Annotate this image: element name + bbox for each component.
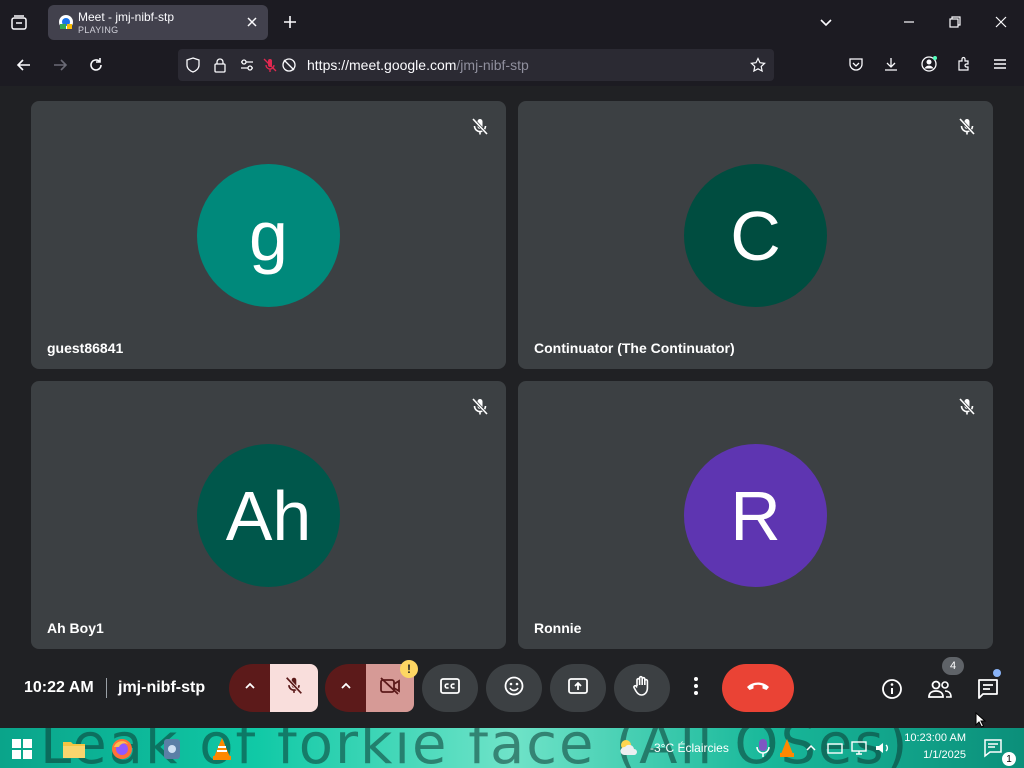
network-icon[interactable] [848, 737, 870, 759]
file-explorer-icon[interactable] [60, 735, 88, 763]
permissions-icon[interactable] [238, 56, 256, 74]
microphone-muted-icon[interactable] [261, 56, 279, 74]
participant-tile-3[interactable]: Ah Ah Boy1 [31, 381, 506, 649]
close-tab-icon[interactable] [244, 14, 260, 30]
mic-muted-icon [955, 395, 979, 419]
restore-icon[interactable] [944, 12, 966, 32]
mic-muted-icon [468, 115, 492, 139]
present-screen-icon [567, 676, 589, 701]
extensions-icon[interactable] [953, 53, 975, 75]
weather-icon[interactable] [616, 736, 642, 760]
reactions-button[interactable] [486, 664, 542, 712]
taskbar-clock-time[interactable]: 10:23:00 AM [902, 732, 966, 744]
mic-muted-icon [955, 115, 979, 139]
separator [106, 678, 107, 698]
tray-vlc-icon[interactable] [776, 737, 798, 759]
participant-avatar: g [197, 164, 340, 307]
participant-avatar: Ah [197, 444, 340, 587]
os-taskbar: Leak of forkie face (All OSes) -3°C Écla… [0, 728, 1024, 768]
microphone-toggle-button[interactable] [270, 664, 318, 712]
participant-tile-2[interactable]: C Continuator (The Continuator) [518, 101, 993, 369]
url-path: /jmj-nibf-stp [456, 57, 529, 73]
hand-icon [631, 674, 653, 703]
participant-name: Ronnie [534, 620, 582, 636]
tab-list-icon[interactable] [8, 12, 30, 34]
tab-overflow-chevron-icon[interactable] [816, 12, 836, 32]
close-window-icon[interactable] [990, 12, 1012, 32]
more-options-button[interactable] [682, 664, 710, 712]
minimize-icon[interactable] [898, 12, 920, 32]
camera-off-icon [378, 675, 402, 702]
tray-microphone-icon[interactable] [752, 737, 774, 759]
tray-drive-icon[interactable] [824, 737, 846, 759]
participant-tile-4[interactable]: R Ronnie [518, 381, 993, 649]
hang-up-icon [745, 679, 771, 698]
tab-meet[interactable]: Meet - jmj-nibf-stp PLAYING [48, 5, 268, 40]
camera-warning-badge: ! [400, 660, 418, 678]
url-host: https://meet.google.com [307, 57, 457, 73]
captions-button[interactable] [422, 664, 478, 712]
chat-icon[interactable] [974, 675, 1002, 703]
taskbar-clock-date[interactable]: 1/1/2025 [902, 749, 966, 761]
participant-count-badge: 4 [942, 657, 964, 675]
meeting-controls-bar: 10:22 AM jmj-nibf-stp ! 4 [0, 650, 1024, 728]
mic-muted-icon [468, 395, 492, 419]
tab-title: Meet - jmj-nibf-stp [78, 10, 175, 24]
leave-call-button[interactable] [722, 664, 794, 712]
url-bar[interactable]: https://meet.google.com/jmj-nibf-stp [178, 49, 774, 81]
back-icon[interactable] [12, 53, 36, 77]
app-tray-icon[interactable] [158, 735, 186, 763]
chevron-up-icon [243, 679, 257, 698]
people-icon[interactable] [926, 675, 954, 703]
mouse-cursor-icon [974, 712, 990, 728]
raise-hand-button[interactable] [614, 664, 670, 712]
new-tab-icon[interactable] [280, 12, 300, 32]
vlc-icon[interactable] [208, 735, 236, 763]
video-settings-button[interactable] [325, 664, 367, 712]
microphone-off-icon [283, 675, 305, 702]
weather-text[interactable]: -3°C Éclaircies [650, 741, 729, 755]
more-vertical-icon [693, 675, 699, 702]
participant-name: Ah Boy1 [47, 620, 104, 636]
tracking-shield-icon[interactable] [184, 56, 202, 74]
bookmark-star-icon[interactable] [749, 56, 767, 74]
forward-icon[interactable] [48, 53, 72, 77]
participant-tile-1[interactable]: g guest86841 [31, 101, 506, 369]
downloads-icon[interactable] [880, 53, 902, 75]
url-text: https://meet.google.com/jmj-nibf-stp [307, 57, 529, 73]
present-screen-button[interactable] [550, 664, 606, 712]
closed-captions-icon [439, 677, 461, 700]
meeting-clock: 10:22 AM [24, 679, 94, 696]
chevron-up-icon [339, 679, 353, 698]
account-icon[interactable] [918, 53, 940, 75]
browser-chrome: Meet - jmj-nibf-stp PLAYING https://meet… [0, 0, 1024, 86]
participant-name: Continuator (The Continuator) [534, 340, 735, 356]
audio-settings-button[interactable] [229, 664, 271, 712]
participant-avatar: R [684, 444, 827, 587]
lock-icon[interactable] [211, 56, 229, 74]
show-hidden-icons-icon[interactable] [800, 737, 822, 759]
chat-notification-dot [993, 669, 1001, 677]
notification-count-badge: 1 [1002, 752, 1016, 766]
meet-favicon-icon [58, 14, 74, 30]
meeting-info-icon[interactable] [878, 675, 906, 703]
volume-icon[interactable] [872, 737, 894, 759]
emoji-icon [503, 675, 525, 702]
reload-icon[interactable] [84, 53, 108, 77]
firefox-icon[interactable] [108, 735, 136, 763]
pocket-icon[interactable] [845, 53, 867, 75]
windows-start-icon[interactable] [10, 737, 34, 761]
tab-playing-label: PLAYING [78, 25, 119, 35]
tab-bar: Meet - jmj-nibf-stp PLAYING [0, 0, 1024, 44]
autoplay-blocked-icon[interactable] [280, 56, 298, 74]
participant-avatar: C [684, 164, 827, 307]
participant-name: guest86841 [47, 340, 124, 356]
menu-hamburger-icon[interactable] [989, 53, 1011, 75]
meeting-code: jmj-nibf-stp [118, 679, 206, 696]
